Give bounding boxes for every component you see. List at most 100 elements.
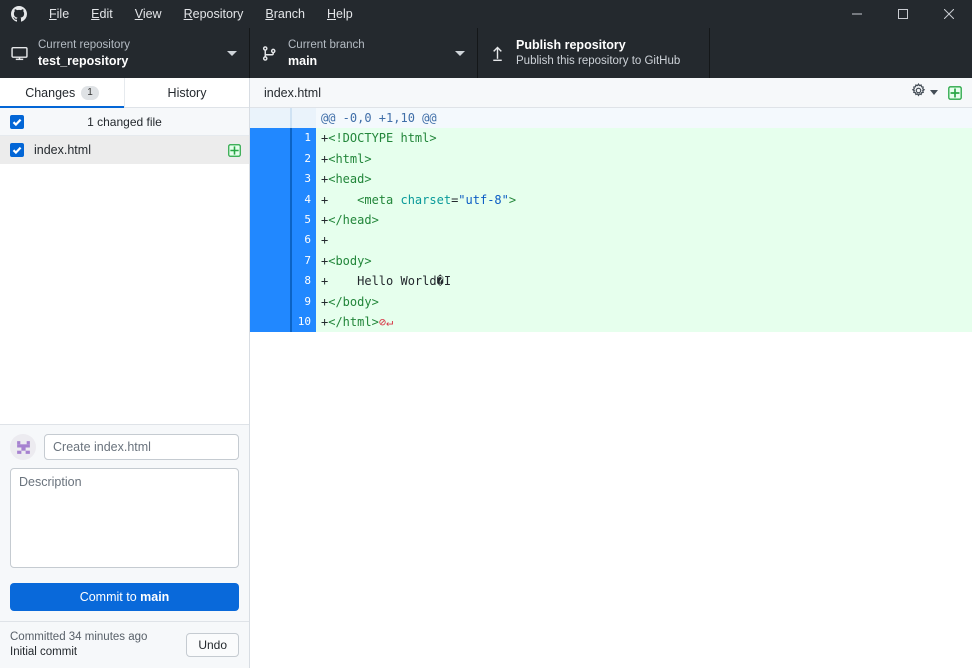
diff-settings-button[interactable] <box>911 82 948 103</box>
commit-summary-input[interactable] <box>44 434 239 460</box>
upload-icon <box>478 45 516 62</box>
hunk-header-text: @@ -0,0 +1,10 @@ <box>316 108 972 129</box>
changed-files-count: 1 changed file <box>87 114 162 129</box>
file-checkbox[interactable] <box>0 143 34 157</box>
diff-line[interactable]: 6 + <box>250 230 972 251</box>
title-bar: FFileile Edit View Repository Branch Hel… <box>0 0 972 28</box>
line-select-gutter[interactable] <box>250 148 290 170</box>
list-item[interactable]: index.html <box>0 136 249 164</box>
current-branch-label: Current branch <box>288 38 365 51</box>
chevron-down-icon <box>930 90 938 95</box>
file-name-label: index.html <box>34 143 91 157</box>
sidebar-tabs: Changes 1 History <box>0 78 249 108</box>
tab-changes[interactable]: Changes 1 <box>0 78 125 108</box>
close-icon[interactable] <box>926 0 972 28</box>
tab-changes-badge: 1 <box>81 85 99 100</box>
menu-item-repository[interactable]: Repository <box>173 0 255 28</box>
no-newline-marker: ⊘↵ <box>378 314 394 329</box>
commit-summary-row <box>10 434 239 460</box>
commit-form: Commit to main <box>0 424 249 621</box>
diff-line-text: +</body> <box>316 291 972 312</box>
diff-line[interactable]: 2 +<html> <box>250 148 972 170</box>
select-all-checkbox[interactable] <box>0 114 34 129</box>
avatar <box>10 434 36 460</box>
git-branch-icon <box>250 45 288 62</box>
diff-line[interactable]: 9 +</body> <box>250 291 972 312</box>
checkbox-checked-icon <box>10 143 24 157</box>
diff-line-text: +</head> <box>316 209 972 231</box>
diff-line[interactable]: 10 +</html>⊘↵ <box>250 311 972 333</box>
line-number: 3 <box>290 169 316 190</box>
window-controls <box>834 0 972 28</box>
chevron-down-icon <box>455 51 465 56</box>
checkbox-checked-icon <box>10 114 24 129</box>
undo-button[interactable]: Undo <box>186 633 239 657</box>
line-number: 7 <box>290 250 316 272</box>
main-content: Changes 1 History 1 changed file index.h… <box>0 78 972 668</box>
diff-hunk-header[interactable]: @@ -0,0 +1,10 @@ <box>250 108 972 129</box>
current-branch-value: main <box>288 53 318 68</box>
current-repository-dropdown[interactable]: Current repository test_repository <box>0 28 250 78</box>
sidebar: Changes 1 History 1 changed file index.h… <box>0 78 250 668</box>
menu-item-help[interactable]: Help <box>316 0 364 28</box>
diff-line[interactable]: 7 +<body> <box>250 250 972 272</box>
line-select-gutter[interactable] <box>250 209 290 231</box>
current-repository-value: test_repository <box>38 53 129 68</box>
publish-subtitle: Publish this repository to GitHub <box>516 55 681 67</box>
diff-line-text: +<head> <box>316 169 972 190</box>
tab-changes-label: Changes <box>25 85 76 100</box>
toolbar: Current repository test_repository Curre… <box>0 28 972 78</box>
line-select-gutter[interactable] <box>250 291 290 312</box>
repo-desktop-icon <box>0 45 38 62</box>
line-number: 4 <box>290 189 316 210</box>
line-select-gutter[interactable] <box>250 250 290 272</box>
github-logo-icon <box>0 6 38 22</box>
commit-description-input[interactable] <box>10 468 239 568</box>
line-select-gutter[interactable] <box>250 271 290 292</box>
changed-files-header: 1 changed file <box>0 108 249 136</box>
menu-item-file[interactable]: FFileile <box>38 0 80 28</box>
diff-filename: index.html <box>264 85 321 100</box>
line-select-gutter[interactable] <box>250 189 290 210</box>
publish-repository-button[interactable]: Publish repository Publish this reposito… <box>478 28 710 78</box>
diff-line-text: +<body> <box>316 250 972 272</box>
publish-title: Publish repository <box>516 38 626 52</box>
current-branch-dropdown[interactable]: Current branch main <box>250 28 478 78</box>
diff-line[interactable]: 5 +</head> <box>250 209 972 231</box>
diff-content: @@ -0,0 +1,10 @@ 1 +<!DOCTYPE html> 2 +<… <box>250 108 972 668</box>
last-commit-text: Committed 34 minutes ago Initial commit <box>10 630 178 660</box>
last-commit-time: Committed 34 minutes ago <box>10 631 148 643</box>
diff-line[interactable]: 8 + Hello World�I <box>250 271 972 292</box>
chevron-down-icon <box>227 51 237 56</box>
tab-history[interactable]: History <box>125 78 249 107</box>
line-number: 9 <box>290 291 316 312</box>
menu-item-view[interactable]: View <box>124 0 173 28</box>
diff-header: index.html <box>250 78 972 108</box>
line-select-gutter[interactable] <box>250 230 290 251</box>
diff-line-text: +<!DOCTYPE html> <box>316 128 972 149</box>
tab-history-label: History <box>167 85 207 100</box>
line-number: 6 <box>290 230 316 251</box>
file-list-empty-space <box>0 164 249 424</box>
menu-item-branch[interactable]: Branch <box>254 0 316 28</box>
menu-bar: FFileile Edit View Repository Branch Hel… <box>38 0 364 28</box>
diff-line[interactable]: 3 +<head> <box>250 169 972 190</box>
diff-line-text: + Hello World�I <box>316 271 972 292</box>
minimize-icon[interactable] <box>834 0 880 28</box>
diff-line-text: + <meta charset="utf-8"> <box>316 189 972 210</box>
hunk-select-gutter[interactable] <box>250 108 290 129</box>
line-number: 5 <box>290 209 316 231</box>
diff-line-text: + <box>316 230 972 251</box>
diff-line[interactable]: 1 +<!DOCTYPE html> <box>250 128 972 149</box>
line-number: 10 <box>290 311 316 333</box>
commit-button[interactable]: Commit to main <box>10 583 239 611</box>
line-select-gutter[interactable] <box>250 169 290 190</box>
line-number: 1 <box>290 128 316 149</box>
diff-pane: index.html @@ -0,0 +1,10 @@ 1 +<!DOCTYPE… <box>250 78 972 668</box>
line-number: 8 <box>290 271 316 292</box>
line-select-gutter[interactable] <box>250 311 290 333</box>
menu-item-edit[interactable]: Edit <box>80 0 124 28</box>
line-select-gutter[interactable] <box>250 128 290 149</box>
maximize-icon[interactable] <box>880 0 926 28</box>
diff-line[interactable]: 4 + <meta charset="utf-8"> <box>250 189 972 210</box>
